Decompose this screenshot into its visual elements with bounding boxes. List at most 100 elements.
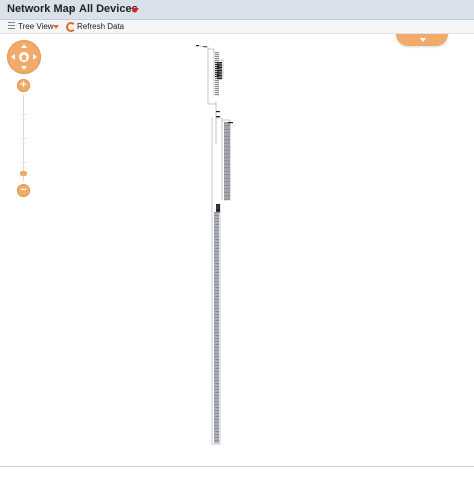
tree-node[interactable]	[214, 390, 219, 392]
tree-node[interactable]	[214, 269, 219, 271]
tree-node[interactable]	[214, 438, 219, 440]
tree-node[interactable]	[214, 425, 219, 427]
tree-node[interactable]	[224, 192, 230, 194]
tree-node[interactable]	[217, 62, 222, 64]
tree-node[interactable]	[214, 246, 219, 248]
tree-node[interactable]	[214, 381, 219, 383]
tree-node[interactable]	[214, 350, 219, 352]
tree-node[interactable]	[214, 441, 219, 443]
tree-node[interactable]	[214, 242, 219, 244]
tree-node[interactable]	[217, 73, 222, 75]
tree-view-caret-icon[interactable]	[53, 25, 59, 29]
tree-node[interactable]	[224, 133, 230, 135]
tree-view-button[interactable]: Tree View	[18, 22, 54, 31]
tree-node[interactable]	[214, 297, 219, 299]
tree-node[interactable]	[214, 311, 219, 313]
tree-node[interactable]	[215, 54, 219, 56]
tree-node[interactable]	[216, 207, 220, 209]
tree-node[interactable]	[216, 111, 220, 113]
tree-node[interactable]	[214, 314, 219, 316]
tree-node[interactable]	[216, 206, 220, 208]
tree-node[interactable]	[224, 151, 230, 153]
tree-node[interactable]	[214, 221, 219, 223]
tree-node[interactable]	[214, 257, 219, 259]
tree-node[interactable]	[214, 309, 219, 311]
tree-node[interactable]	[224, 173, 230, 175]
tree-node[interactable]	[214, 255, 219, 257]
tree-node[interactable]	[214, 224, 219, 226]
tree-node[interactable]	[224, 126, 230, 128]
tree-node[interactable]	[214, 251, 219, 253]
tree-node[interactable]	[214, 351, 219, 353]
tree-node[interactable]	[214, 303, 219, 305]
tree-node[interactable]	[224, 147, 230, 149]
tree-node[interactable]	[224, 169, 230, 171]
tree-node[interactable]	[224, 172, 230, 174]
tree-node[interactable]	[214, 231, 219, 233]
tree-node[interactable]	[224, 162, 230, 164]
tree-node[interactable]	[214, 393, 219, 395]
tree-node[interactable]	[217, 70, 222, 72]
tree-node[interactable]	[214, 389, 219, 391]
tree-node[interactable]	[214, 228, 219, 230]
tree-node[interactable]	[224, 124, 230, 126]
tree-node[interactable]	[214, 392, 219, 394]
tree-node[interactable]	[214, 411, 219, 413]
tree-node[interactable]	[214, 386, 219, 388]
tree-node[interactable]	[214, 407, 219, 409]
tree-node[interactable]	[214, 278, 219, 280]
tree-node[interactable]	[224, 154, 230, 156]
list-icon[interactable]	[8, 22, 15, 31]
tree-node[interactable]	[214, 261, 219, 263]
tree-node[interactable]	[214, 374, 219, 376]
tree-node[interactable]	[214, 305, 219, 307]
tree-node[interactable]	[214, 320, 219, 322]
chevron-down-icon[interactable]	[420, 38, 426, 42]
tree-node[interactable]	[224, 176, 230, 178]
tree-node[interactable]	[215, 86, 219, 88]
tree-node[interactable]	[214, 326, 219, 328]
tree-node[interactable]	[214, 290, 219, 292]
tree-node[interactable]	[215, 92, 219, 94]
tree-node[interactable]	[214, 396, 219, 398]
tree-node[interactable]	[214, 344, 219, 346]
tree-node[interactable]	[224, 197, 230, 199]
tree-node[interactable]	[224, 155, 230, 157]
tree-node[interactable]	[214, 282, 219, 284]
tree-root-node[interactable]	[196, 45, 199, 47]
tree-node[interactable]	[217, 78, 222, 80]
tree-node[interactable]	[214, 227, 219, 229]
tree-node[interactable]	[214, 323, 219, 325]
tree-node[interactable]	[214, 260, 219, 262]
tree-node[interactable]	[214, 284, 219, 286]
tree-node[interactable]	[215, 52, 219, 54]
network-map-canvas[interactable]: + −	[0, 34, 474, 466]
tree-node[interactable]	[224, 152, 230, 154]
panel-toggle-tab[interactable]	[396, 34, 448, 46]
tree-node[interactable]	[214, 293, 219, 295]
tree-node[interactable]	[214, 234, 219, 236]
tree-node[interactable]	[214, 321, 219, 323]
tree-node[interactable]	[214, 378, 219, 380]
tree-node[interactable]	[214, 279, 219, 281]
tree-node[interactable]	[214, 368, 219, 370]
tree-node[interactable]	[224, 150, 230, 152]
tree-node[interactable]	[214, 230, 219, 232]
tree-node[interactable]	[224, 178, 230, 180]
tree-node[interactable]	[214, 410, 219, 412]
tree-node[interactable]	[214, 291, 219, 293]
tree-node[interactable]	[224, 145, 230, 147]
tree-node[interactable]	[224, 171, 230, 173]
tree-node[interactable]	[214, 252, 219, 254]
tree-node[interactable]	[224, 137, 230, 139]
breadcrumb-network-map[interactable]: Network Map	[7, 3, 75, 15]
tree-node[interactable]	[224, 127, 230, 129]
tree-node[interactable]	[224, 175, 230, 177]
tree-node[interactable]	[224, 194, 230, 196]
tree-node[interactable]	[224, 185, 230, 187]
tree-node[interactable]	[214, 243, 219, 245]
tree-node[interactable]	[214, 281, 219, 283]
tree-node[interactable]	[214, 401, 219, 403]
tree-node[interactable]	[214, 275, 219, 277]
tree-node[interactable]	[214, 218, 219, 220]
